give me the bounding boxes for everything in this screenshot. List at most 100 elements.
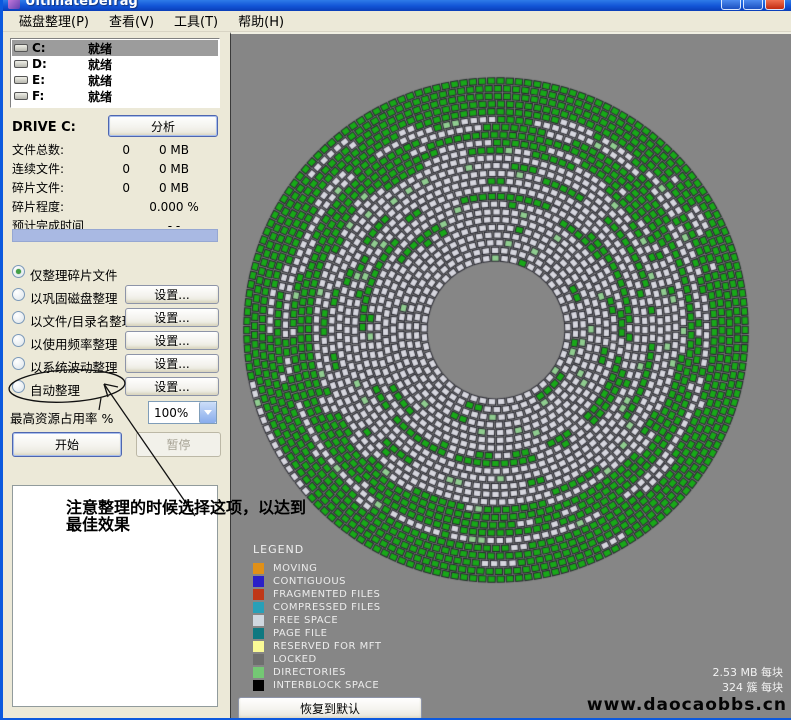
legend-swatch-icon — [253, 680, 264, 691]
start-button[interactable]: 开始 — [12, 432, 122, 457]
legend-item: FRAGMENTED FILES — [253, 588, 381, 601]
file-list-box[interactable] — [12, 485, 218, 707]
legend-swatch-icon — [253, 667, 264, 678]
menu-defrag[interactable]: 磁盘整理(P) — [9, 9, 99, 33]
drive-row-C[interactable]: C: 就绪 — [12, 40, 218, 56]
menu-bar: 磁盘整理(P) 查看(V) 工具(T) 帮助(H) — [3, 11, 791, 32]
legend-swatch-icon — [253, 576, 264, 587]
legend-label: FRAGMENTED FILES — [273, 589, 380, 600]
drive-status: 就绪 — [88, 88, 112, 105]
cluster-size-label: 324 簇 每块 — [722, 679, 783, 695]
drive-status: 就绪 — [88, 72, 112, 89]
legend-item: INTERBLOCK SPACE — [253, 679, 381, 692]
stat-label: 碎片程度: — [12, 198, 104, 215]
legend-item: CONTIGUOUS — [253, 575, 381, 588]
drive-status: 就绪 — [88, 40, 112, 57]
stat-count: 0 — [104, 162, 130, 176]
method-option-label: 以系统波动整理 — [30, 357, 118, 376]
settings-button-5[interactable]: 设置... — [125, 377, 219, 396]
legend-items: MOVING CONTIGUOUS FRAGMENTED FILES COMPRESS… — [253, 562, 381, 692]
legend-label: INTERBLOCK SPACE — [273, 680, 379, 691]
method-option-2: 以文件/目录名整理设置... — [10, 307, 220, 330]
stat-label: 连续文件: — [12, 160, 104, 177]
drive-row-D[interactable]: D: 就绪 — [12, 56, 218, 72]
legend-label: RESERVED FOR MFT — [273, 641, 381, 652]
stat-row: 碎片文件:00 MB — [12, 178, 220, 197]
close-button[interactable] — [765, 0, 785, 10]
radio-button[interactable] — [12, 311, 25, 324]
legend-label: LOCKED — [273, 654, 317, 665]
settings-button-2[interactable]: 设置... — [125, 308, 219, 327]
legend-swatch-icon — [253, 602, 264, 613]
method-option-label: 仅整理碎片文件 — [30, 265, 118, 284]
defrag-method-options: 仅整理碎片文件以巩固磁盘整理设置...以文件/目录名整理设置... 以使用频率整理… — [10, 261, 220, 399]
legend-swatch-icon — [253, 641, 264, 652]
drive-row-E[interactable]: E:就绪 — [12, 72, 218, 88]
drive-name: D: — [32, 57, 72, 71]
legend-swatch-icon — [253, 589, 264, 600]
drive-name: C: — [32, 41, 72, 55]
analyze-button[interactable]: 分析 — [108, 115, 218, 137]
stat-count: 0 — [104, 143, 130, 157]
menu-help[interactable]: 帮助(H) — [228, 9, 294, 33]
radio-button[interactable] — [12, 380, 25, 393]
legend-label: DIRECTORIES — [273, 667, 346, 678]
stat-size: 0 MB — [130, 143, 218, 157]
method-option-0: 仅整理碎片文件 — [10, 261, 220, 284]
stat-row: 碎片程度:0.000 % — [12, 197, 220, 216]
resource-usage-value: 100% — [149, 406, 199, 420]
chevron-down-icon[interactable] — [199, 402, 216, 423]
settings-button-3[interactable]: 设置... — [125, 331, 219, 350]
method-option-4: 以系统波动整理设置... — [10, 353, 220, 376]
legend-label: COMPRESSED FILES — [273, 602, 381, 613]
radio-button[interactable] — [12, 288, 25, 301]
legend-label: CONTIGUOUS — [273, 576, 346, 587]
drive-list[interactable]: C:就绪D:就绪E:就绪F:就绪 — [10, 38, 220, 108]
disk-view-panel: LEGEND MOVINGCONTIGUOUSFRAGMENTED FILESC… — [230, 32, 791, 718]
legend-item: LOCKED — [253, 653, 381, 666]
drive-name: F: — [32, 89, 72, 103]
method-option-1: 以巩固磁盘整理设置... — [10, 284, 220, 307]
menu-view[interactable]: 查看(V) — [99, 9, 164, 33]
app-icon — [8, 0, 20, 9]
legend-swatch-icon — [253, 563, 264, 574]
stat-size: 0 MB — [130, 181, 218, 195]
title-bar: UltimateDefrag — [3, 0, 791, 11]
stat-row: 文件总数:00 MB — [12, 140, 220, 159]
restore-default-button[interactable]: 恢复到默认 — [238, 697, 422, 718]
legend-item: COMPRESSED FILES — [253, 601, 381, 614]
drive-icon — [14, 60, 28, 68]
legend: LEGEND MOVINGCONTIGUOUSFRAGMENTED FILESC… — [253, 543, 381, 692]
resource-usage-select[interactable]: 100% — [148, 401, 217, 424]
stat-label: 文件总数: — [12, 141, 104, 158]
menu-tools[interactable]: 工具(T) — [164, 9, 228, 33]
method-option-label: 以使用频率整理 — [30, 334, 118, 353]
progress-bar — [12, 229, 218, 242]
drive-stats: 文件总数:00 MB连续文件:00 MB碎片文件:00 MB碎片程度:0.000… — [12, 140, 220, 235]
settings-button-1[interactable]: 设置... — [125, 285, 219, 304]
window-title: UltimateDefrag — [25, 0, 138, 9]
legend-item: MOVING — [253, 562, 381, 575]
drive-title: DRIVE C: — [12, 120, 76, 135]
legend-item: PAGE FILE — [253, 627, 381, 640]
settings-button-4[interactable]: 设置... — [125, 354, 219, 373]
radio-button[interactable] — [12, 334, 25, 347]
legend-label: PAGE FILE — [273, 628, 327, 639]
legend-swatch-icon — [253, 615, 264, 626]
legend-item: RESERVED FOR MFT — [253, 640, 381, 653]
radio-button[interactable] — [12, 357, 25, 370]
pause-button: 暂停 — [136, 432, 221, 457]
stat-row: 连续文件:00 MB — [12, 159, 220, 178]
drive-icon — [14, 76, 28, 84]
method-option-5: 自动整理设置... — [10, 376, 220, 399]
stat-size: 0 MB — [130, 162, 218, 176]
maximize-button[interactable] — [743, 0, 763, 10]
legend-label: MOVING — [273, 563, 317, 574]
radio-button[interactable] — [12, 265, 25, 278]
minimize-button[interactable] — [721, 0, 741, 10]
control-panel: C:就绪D:就绪E:就绪F:就绪 DRIVE C: 分析 文件总数:00 MB连… — [3, 32, 230, 718]
drive-status: 就绪 — [88, 56, 112, 73]
resource-usage-label: 最高资源占用率 % — [10, 408, 113, 427]
legend-item: FREE SPACE — [253, 614, 381, 627]
drive-row-F[interactable]: F: 就绪 — [12, 88, 218, 104]
